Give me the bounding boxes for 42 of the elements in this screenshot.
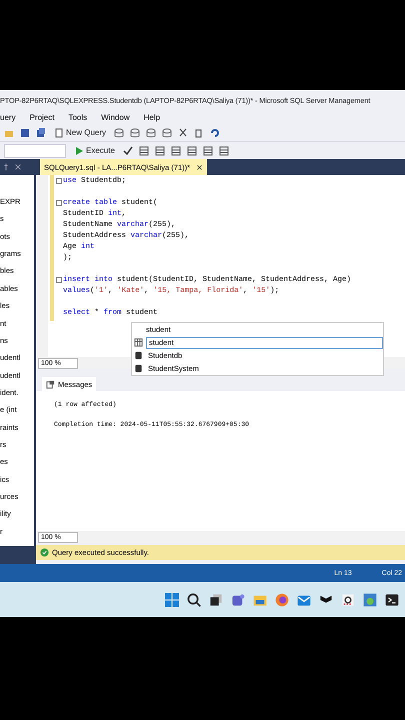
- image-icon[interactable]: [363, 592, 377, 606]
- database-query-icon[interactable]: [146, 128, 156, 138]
- fold-toggle[interactable]: [56, 200, 62, 206]
- cut-icon[interactable]: [178, 128, 188, 138]
- close-icon[interactable]: [14, 163, 22, 171]
- table-icon: [134, 338, 143, 347]
- undo-icon[interactable]: [210, 128, 220, 138]
- windows-stack-icon[interactable]: [209, 592, 223, 606]
- save-all-icon[interactable]: [36, 128, 46, 138]
- database-query-icon[interactable]: [114, 128, 124, 138]
- globe-icon[interactable]: [275, 592, 289, 606]
- grid-icon[interactable]: [202, 146, 213, 156]
- grid-icon[interactable]: [186, 146, 197, 156]
- menu-item[interactable]: Project: [30, 112, 54, 122]
- checkmark-icon[interactable]: [122, 146, 133, 156]
- database-query-icon[interactable]: [130, 128, 140, 138]
- play-icon: [74, 146, 84, 156]
- menu-item[interactable]: uery: [0, 112, 16, 122]
- copy-icon[interactable]: [194, 128, 204, 138]
- terminal-icon[interactable]: [385, 592, 399, 606]
- menu-item[interactable]: Help: [144, 112, 160, 122]
- save-icon[interactable]: [20, 128, 30, 138]
- grid-icon[interactable]: [218, 146, 229, 156]
- execute-button[interactable]: Execute: [72, 146, 117, 156]
- database-query-icon[interactable]: [162, 128, 172, 138]
- grid-icon[interactable]: [170, 146, 181, 156]
- fold-toggle[interactable]: [56, 178, 62, 184]
- grid-icon[interactable]: [138, 146, 149, 156]
- menu-item[interactable]: Tools: [68, 112, 88, 122]
- fold-toggle[interactable]: [56, 277, 62, 283]
- grid-icon[interactable]: [154, 146, 165, 156]
- new-query-button[interactable]: New Query: [52, 128, 108, 138]
- pin-icon[interactable]: [2, 163, 10, 171]
- windows-logo-icon[interactable]: [165, 592, 179, 606]
- search-icon[interactable]: [187, 592, 201, 606]
- close-icon[interactable]: [196, 164, 204, 170]
- messages-icon: [46, 380, 55, 388]
- document-icon: [54, 128, 64, 138]
- success-icon: [40, 548, 49, 557]
- menu-item[interactable]: Window: [101, 112, 130, 122]
- tile-icon[interactable]: [341, 592, 355, 606]
- chat-icon[interactable]: [231, 592, 245, 606]
